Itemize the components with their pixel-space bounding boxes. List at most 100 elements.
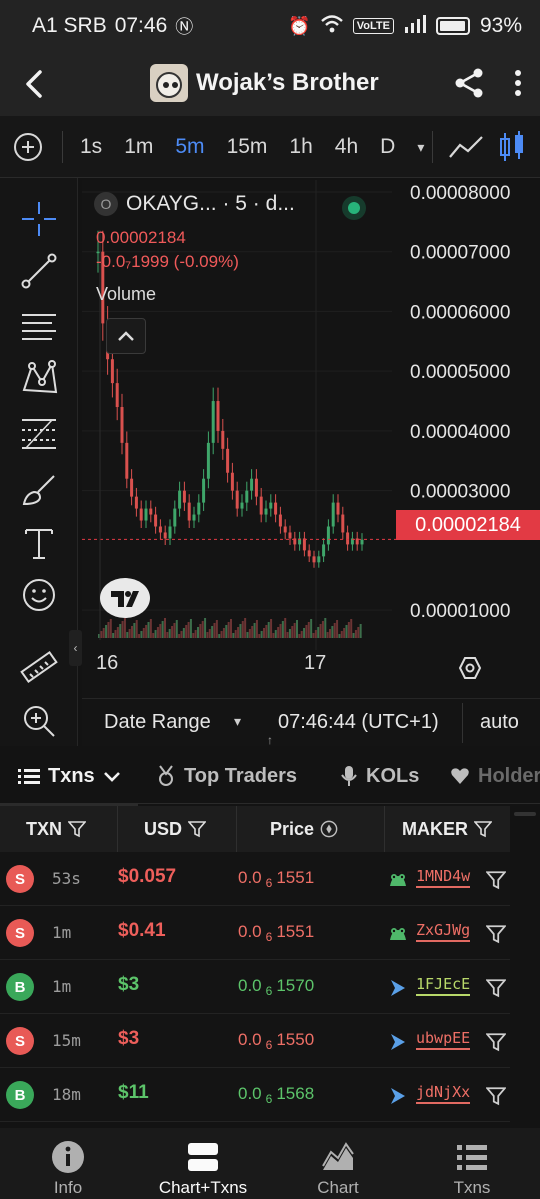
chevron-up-icon [118, 331, 134, 341]
volume-bar [145, 625, 148, 638]
column-header-maker[interactable]: MAKER [402, 806, 492, 852]
timezone-label[interactable]: 07:46:44 (UTC+1) [278, 711, 439, 734]
price-chart[interactable]: 0.00008000 0.00007000 0.00006000 0.00005000… [82, 180, 540, 746]
toolbar-collapse-handle[interactable]: ‹ [69, 630, 82, 666]
interval-1m[interactable]: 1m [124, 135, 153, 159]
date-range-button[interactable]: Date Range [104, 711, 211, 734]
list-icon [457, 1145, 487, 1170]
table-row[interactable]: S 15m $3 0.0 6 1550 ubwpEE [0, 1014, 510, 1068]
volume-bar [350, 619, 353, 638]
zoom-in-icon[interactable] [18, 700, 60, 742]
candle-body [130, 478, 134, 497]
chevron-down-icon[interactable]: ▾ [417, 139, 424, 156]
current-price-tag: 0.00002184 [396, 510, 540, 540]
volume-bar [133, 623, 136, 638]
volume-bar [135, 620, 138, 638]
horizontal-lines-icon[interactable] [18, 304, 60, 346]
txn-usd: $3 [118, 1028, 140, 1049]
maker-address[interactable]: ubwpEE [416, 1029, 471, 1050]
text-tool-icon[interactable] [18, 522, 60, 564]
add-indicator-icon[interactable] [14, 133, 42, 161]
filter-icon[interactable] [188, 820, 207, 838]
fib-retracement-icon[interactable] [18, 412, 60, 454]
tab-holders[interactable]: Holders [450, 748, 540, 804]
candlestick-chart-type-icon[interactable] [497, 130, 527, 164]
interval-d[interactable]: D [380, 135, 395, 159]
back-arrow-icon[interactable] [18, 66, 54, 102]
volume-bar [324, 618, 327, 638]
y-tick-label: 0.00008000 [410, 183, 510, 204]
carrier-label: A1 SRB [32, 14, 107, 37]
filter-icon[interactable] [474, 820, 492, 838]
toggle-price-icon[interactable] [320, 820, 338, 838]
ruler-icon[interactable] [18, 646, 60, 688]
tradingview-logo[interactable] [100, 578, 150, 618]
table-row[interactable]: S 53s $0.057 0.0 6 1551 1MND4w [0, 852, 510, 906]
tab-kols[interactable]: KOLs [340, 748, 419, 804]
chart-settings-icon[interactable] [458, 656, 482, 680]
symbol-badge: O [94, 192, 118, 216]
table-row[interactable]: B 18m $11 0.0 6 1568 jdNjXx [0, 1068, 510, 1122]
column-label: USD [144, 818, 183, 839]
auto-scale-button[interactable]: auto [480, 711, 519, 734]
filter-icon[interactable] [486, 978, 506, 998]
maker-address[interactable]: 1FJEcE [416, 975, 471, 996]
nav-info[interactable]: Info [36, 1128, 100, 1199]
chart-legend: O OKAYG... · 5 · d... [94, 192, 295, 216]
table-row[interactable]: B 1m $3 0.0 6 1570 1FJEcE [0, 960, 510, 1014]
volume-bar [100, 631, 103, 638]
interval-1s[interactable]: 1s [80, 135, 102, 159]
nav-txns[interactable]: Txns [440, 1128, 504, 1199]
column-header-txn[interactable]: TXN [26, 806, 86, 852]
side-badge: B [6, 973, 34, 1001]
page-title: Wojak’s Brother [196, 69, 379, 96]
volume-bar [237, 627, 240, 638]
interval-1h[interactable]: 1h [289, 135, 312, 159]
volume-bar [354, 630, 357, 638]
area-chart-icon [322, 1142, 354, 1170]
filter-icon[interactable] [486, 924, 506, 944]
volume-bar [272, 633, 275, 638]
volume-bar [333, 623, 336, 638]
filter-icon[interactable] [486, 1032, 506, 1052]
candle-body [341, 514, 345, 533]
maker-address[interactable]: ZxGJWg [416, 921, 471, 942]
column-label: MAKER [402, 818, 468, 839]
nav-chart[interactable]: Chart [306, 1128, 370, 1199]
emoji-icon[interactable] [18, 574, 60, 616]
more-options-icon[interactable] [508, 66, 528, 100]
maker-address[interactable]: jdNjXx [416, 1083, 471, 1104]
column-header-price[interactable]: Price [270, 806, 338, 852]
y-tick-label: 0.00004000 [410, 422, 510, 443]
volume-bar [102, 628, 105, 638]
price-change: -0.0₇1999 (-0.09%) [96, 252, 239, 271]
volume-bar [222, 628, 225, 638]
volume-bar [244, 618, 247, 638]
volume-bar [253, 623, 256, 638]
pattern-tool-icon[interactable] [18, 358, 60, 400]
interval-5m[interactable]: 5m [175, 135, 204, 159]
chevron-down-icon[interactable]: ▾ [234, 713, 241, 730]
filter-icon[interactable] [486, 870, 506, 890]
nav-chart-txns[interactable]: Chart+Txns [146, 1128, 260, 1199]
table-row[interactable]: S 1m $0.41 0.0 6 1551 ZxGJWg [0, 906, 510, 960]
table-scrollbar[interactable] [514, 812, 536, 816]
brush-icon[interactable] [18, 468, 60, 510]
collapse-legend-button[interactable] [106, 318, 146, 354]
line-chart-type-icon[interactable] [448, 133, 484, 161]
filter-icon[interactable] [68, 820, 86, 838]
column-header-usd[interactable]: USD [144, 806, 207, 852]
symbol-label[interactable]: OKAYG... · 5 · d... [126, 192, 295, 216]
volume-bar [284, 618, 287, 638]
maker-address[interactable]: 1MND4w [416, 867, 471, 888]
interval-4h[interactable]: 4h [335, 135, 358, 159]
trend-line-icon[interactable] [18, 250, 60, 292]
filter-icon[interactable] [486, 1086, 506, 1106]
crosshair-icon[interactable] [18, 198, 60, 240]
tab-top-traders[interactable]: Top Traders [156, 748, 297, 804]
share-icon[interactable] [452, 66, 486, 100]
status-bar: A1 SRB 07:46 Ⓝ ⏰ VoLTE 93% [0, 0, 540, 52]
interval-15m[interactable]: 15m [227, 135, 268, 159]
volume-bar [305, 625, 308, 638]
tab-txns[interactable]: Txns [18, 748, 121, 804]
